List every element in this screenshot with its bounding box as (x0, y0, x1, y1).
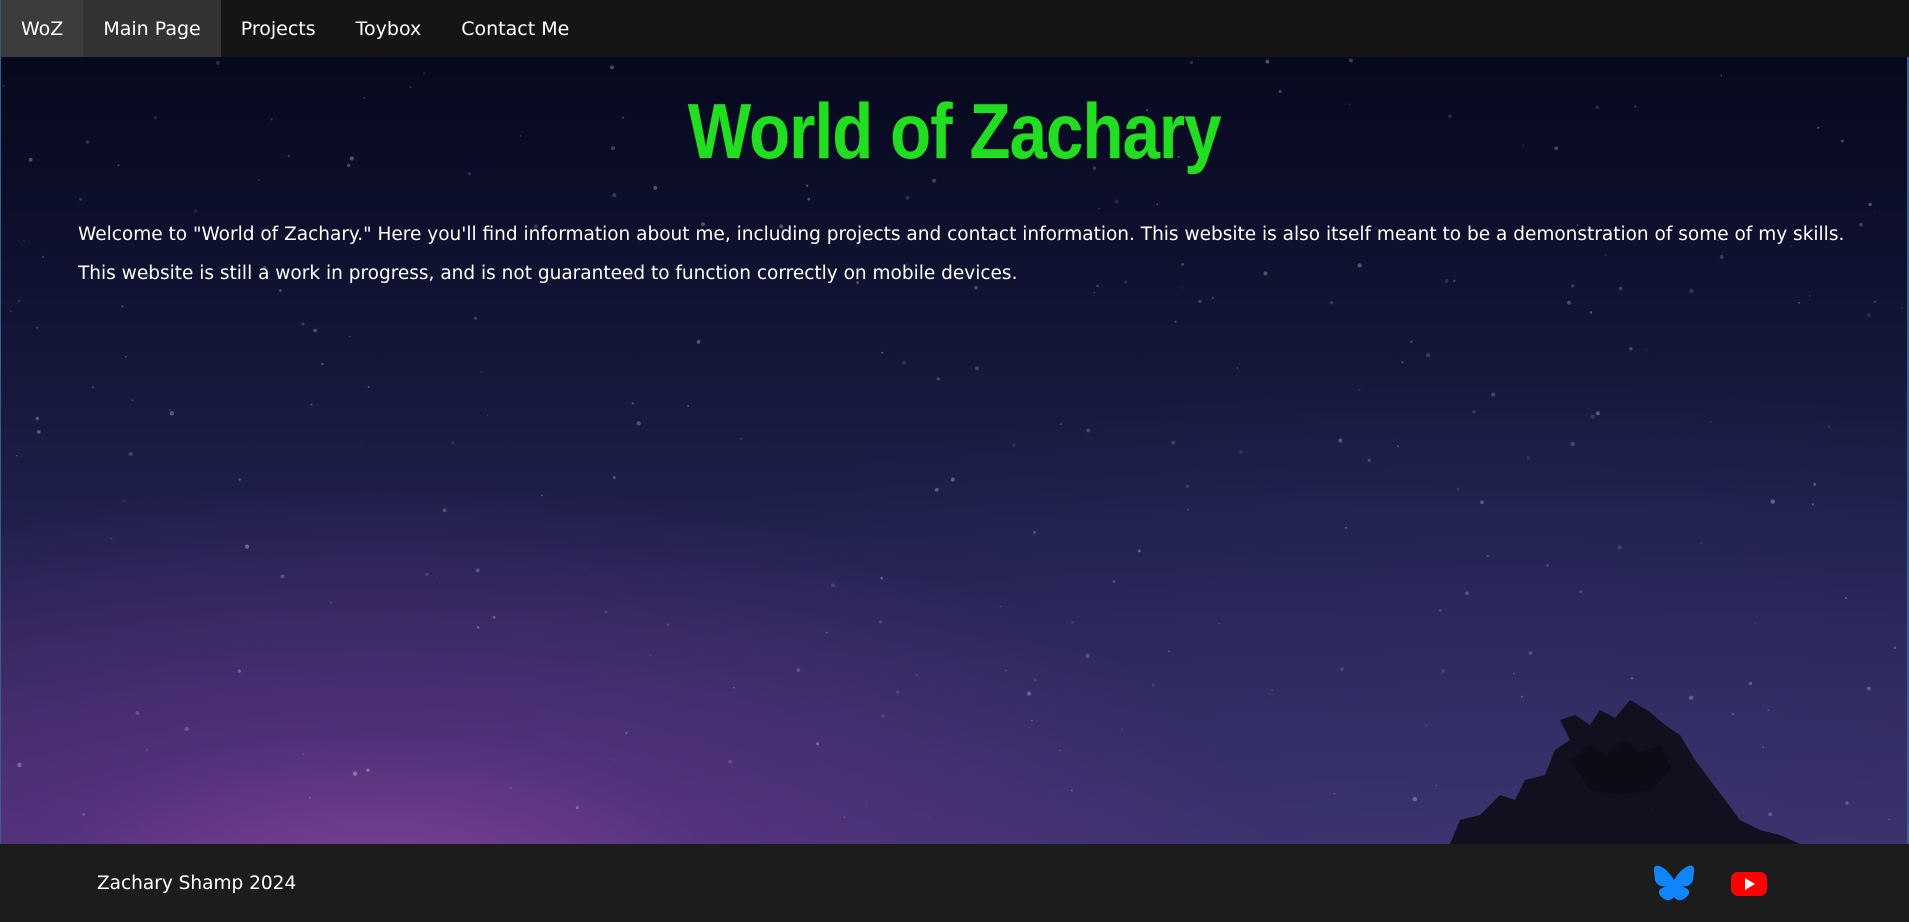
nav-item-contact-me[interactable]: Contact Me (441, 0, 589, 57)
nav-brand-woz[interactable]: WoZ (1, 0, 84, 57)
main-content: World of Zachary Welcome to "World of Za… (0, 57, 1909, 844)
nav-item-toybox[interactable]: Toybox (336, 0, 442, 57)
nav-item-main-page[interactable]: Main Page (83, 0, 221, 57)
site-footer: Zachary Shamp 2024 (0, 844, 1909, 922)
bluesky-link[interactable] (1654, 865, 1694, 901)
youtube-link[interactable] (1729, 865, 1769, 901)
footer-copyright: Zachary Shamp 2024 (97, 872, 297, 894)
youtube-icon (1731, 872, 1767, 896)
intro-paragraph-welcome: Welcome to "World of Zachary." Here you'… (78, 224, 1845, 245)
intro-text: Welcome to "World of Zachary." Here you'… (78, 215, 1858, 293)
nav-item-projects[interactable]: Projects (221, 0, 336, 57)
intro-paragraph-wip-notice: This website is still a work in progress… (78, 263, 1018, 284)
bluesky-icon (1654, 865, 1694, 901)
top-navbar: WoZ Main Page Projects Toybox Contact Me (0, 0, 1909, 57)
page-title: World of Zachary (687, 87, 1222, 175)
